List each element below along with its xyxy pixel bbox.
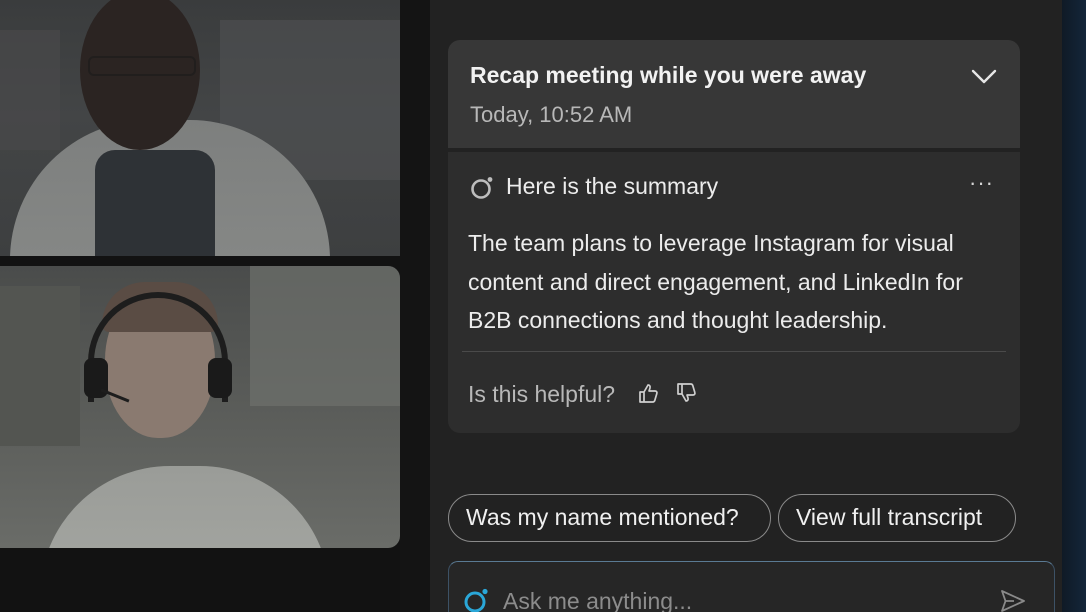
- ask-input[interactable]: Ask me anything...: [448, 561, 1055, 612]
- more-options-icon[interactable]: ···: [969, 170, 994, 196]
- feedback-label: Is this helpful?: [468, 381, 616, 407]
- video-tile-participant-1[interactable]: [0, 0, 400, 256]
- summary-heading: Here is the summary: [506, 173, 719, 199]
- recap-title: Recap meeting while you were away: [470, 62, 867, 88]
- copilot-icon: [471, 177, 493, 199]
- video-tile-participant-2[interactable]: [0, 266, 400, 548]
- background-shelf: [0, 30, 60, 150]
- summary-card: Here is the summary ··· The team plans t…: [448, 152, 1020, 433]
- headset-earcup-right: [208, 358, 232, 398]
- divider: [462, 351, 1006, 352]
- recap-timestamp: Today, 10:52 AM: [470, 102, 633, 127]
- thumbs-down-icon[interactable]: [675, 382, 697, 404]
- suggestion-chip-full-transcript[interactable]: View full transcript: [778, 494, 1016, 542]
- background-shelf: [0, 286, 80, 446]
- participant-2-shirt: [40, 466, 330, 548]
- chevron-down-icon[interactable]: [970, 68, 998, 86]
- window-edge: [1062, 0, 1086, 612]
- recap-header[interactable]: Recap meeting while you were away Today,…: [448, 40, 1020, 148]
- stage-gap: [400, 0, 430, 612]
- summary-text: The team plans to leverage Instagram for…: [468, 230, 963, 333]
- copilot-icon: [464, 588, 488, 612]
- ask-placeholder: Ask me anything...: [503, 588, 693, 612]
- background-window: [250, 266, 400, 406]
- meeting-window: Recap meeting while you were away Today,…: [0, 0, 1086, 612]
- participant-1-shirt: [95, 150, 215, 256]
- thumbs-up-icon[interactable]: [637, 382, 659, 404]
- send-icon[interactable]: [999, 588, 1027, 612]
- participant-1-glasses: [88, 56, 196, 76]
- suggestion-chip-name-mentioned[interactable]: Was my name mentioned?: [448, 494, 771, 542]
